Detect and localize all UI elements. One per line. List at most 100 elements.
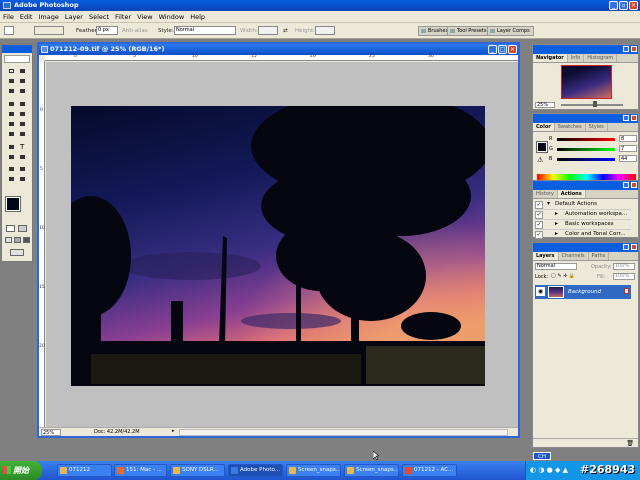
quick-mask-mode-icon[interactable] [18, 225, 27, 232]
expand-triangle-icon[interactable]: ▸ [555, 210, 558, 217]
foreground-color-swatch[interactable] [5, 196, 21, 212]
navigator-zoom-field[interactable]: 25% [535, 102, 555, 108]
actions-panel-titlebar[interactable] [533, 181, 638, 190]
taskbar-button[interactable]: Screen_snaps... [286, 464, 341, 477]
expand-triangle-icon[interactable]: ▸ [555, 220, 558, 227]
tab-color[interactable]: Color [533, 123, 555, 131]
sunset-tree-silhouette-photo[interactable] [71, 106, 485, 386]
blue-value-input[interactable]: 44 [619, 155, 637, 162]
pen-tool-icon[interactable] [7, 153, 16, 161]
panel-minimize-icon[interactable] [623, 115, 629, 121]
opacity-input[interactable]: 100% [613, 263, 635, 270]
gradient-tool-icon[interactable] [18, 120, 27, 128]
selection-mode-buttons[interactable] [34, 26, 64, 35]
panel-close-icon[interactable] [631, 182, 637, 188]
notes-tool-icon[interactable] [7, 165, 16, 173]
close-button[interactable]: × [629, 1, 638, 10]
blur-tool-icon[interactable] [7, 130, 16, 138]
menu-window[interactable]: Window [156, 13, 188, 21]
horizontal-scrollbar[interactable] [179, 429, 508, 436]
color-panel-foreground-swatch[interactable] [536, 141, 548, 153]
shape-tool-icon[interactable] [18, 153, 27, 161]
blue-slider[interactable] [557, 158, 615, 161]
taskbar-button[interactable]: 071212 [57, 464, 112, 477]
tab-info[interactable]: Info [568, 54, 585, 62]
screen-mode-full-icon[interactable] [23, 237, 30, 243]
adobe-online-icon[interactable] [4, 55, 30, 63]
green-value-input[interactable]: 7 [619, 145, 637, 152]
menu-layer[interactable]: Layer [62, 13, 86, 21]
menu-image[interactable]: Image [35, 13, 61, 21]
vertical-ruler[interactable]: 0 5 10 15 20 [39, 61, 45, 429]
eraser-tool-icon[interactable] [7, 120, 16, 128]
history-brush-tool-icon[interactable] [18, 110, 27, 118]
doc-maximize-button[interactable]: □ [498, 45, 507, 54]
height-input[interactable] [315, 26, 335, 35]
menu-view[interactable]: View [134, 13, 155, 21]
action-set-default-actions[interactable]: ✓ ▾ Default Actions [535, 200, 631, 210]
menu-file[interactable]: File [0, 13, 17, 21]
expand-triangle-icon[interactable]: ▸ [555, 230, 558, 237]
screen-mode-menubar-icon[interactable] [14, 237, 21, 243]
app-title-bar[interactable]: Adobe Photoshop _ ▫ × [0, 0, 640, 11]
palette-well-layer-comps[interactable]: Layer Comps [487, 26, 534, 36]
menu-filter[interactable]: Filter [112, 13, 134, 21]
expand-triangle-icon[interactable]: ▾ [547, 200, 550, 207]
start-button[interactable]: 開始 [0, 461, 42, 480]
tab-history[interactable]: History [533, 190, 558, 198]
red-slider[interactable] [557, 138, 615, 141]
gamut-warning-icon[interactable]: ⚠ [537, 156, 543, 164]
navigator-zoom-slider-handle[interactable] [593, 101, 597, 107]
status-menu-arrow-icon[interactable]: ▸ [172, 428, 175, 434]
action-toggle-checkbox[interactable]: ✓ [535, 221, 543, 229]
tab-styles[interactable]: Styles [586, 123, 608, 131]
clone-stamp-tool-icon[interactable] [7, 110, 16, 118]
navigator-panel-titlebar[interactable] [533, 45, 638, 54]
tools-palette-titlebar[interactable] [2, 45, 32, 53]
brush-tool-icon[interactable] [18, 100, 27, 108]
swap-dimensions-icon[interactable]: ⇄ [283, 28, 288, 34]
tab-swatches[interactable]: Swatches [555, 123, 586, 131]
antialias-checkbox[interactable]: Anti-alias [122, 28, 148, 34]
document-title-bar[interactable]: 071212-09.tif @ 25% (RGB/16*) _ □ × [39, 44, 518, 55]
fill-input[interactable]: 100% [613, 273, 635, 280]
panel-minimize-icon[interactable] [623, 46, 629, 52]
doc-close-button[interactable]: × [508, 45, 517, 54]
minimize-button[interactable]: _ [609, 1, 618, 10]
navigator-zoom-slider[interactable] [561, 104, 623, 106]
type-tool-icon[interactable]: T [18, 143, 27, 151]
action-toggle-checkbox[interactable]: ✓ [535, 211, 543, 219]
menu-edit[interactable]: Edit [17, 13, 36, 21]
menu-select[interactable]: Select [86, 13, 112, 21]
dodge-tool-icon[interactable] [18, 130, 27, 138]
taskbar-button[interactable]: 151: Mac - ... [114, 464, 167, 477]
move-tool-icon[interactable] [18, 67, 27, 75]
doc-minimize-button[interactable]: _ [488, 45, 497, 54]
tab-paths[interactable]: Paths [589, 252, 610, 260]
style-select[interactable]: Normal [174, 26, 236, 35]
crop-tool-icon[interactable] [7, 87, 16, 95]
panel-minimize-icon[interactable] [623, 244, 629, 250]
layer-visibility-eye-icon[interactable]: ◉ [536, 287, 545, 296]
restore-button[interactable]: ▫ [619, 1, 628, 10]
marquee-tool-icon[interactable] [7, 67, 16, 75]
tab-navigator[interactable]: Navigator [533, 54, 568, 62]
taskbar-button[interactable]: Screen_snaps... [344, 464, 399, 477]
width-input[interactable] [258, 26, 278, 35]
action-item[interactable]: ✓ ▸ Automation workspa... [535, 210, 631, 220]
standard-mode-icon[interactable] [6, 225, 15, 232]
tab-actions[interactable]: Actions [557, 190, 586, 198]
panel-minimize-icon[interactable] [623, 182, 629, 188]
magic-wand-tool-icon[interactable] [18, 77, 27, 85]
layers-panel-titlebar[interactable] [533, 243, 638, 252]
zoom-tool-icon[interactable] [18, 175, 27, 183]
navigator-thumbnail[interactable] [561, 65, 612, 99]
palette-well-tool-presets[interactable]: Tool Presets [447, 26, 491, 36]
taskbar-button[interactable]: 071212 - AC... [402, 464, 457, 477]
red-value-input[interactable]: 8 [619, 135, 637, 142]
lock-buttons-icon[interactable]: ▢ ✎ ✛ 🔒 [551, 273, 575, 279]
feather-input[interactable]: 0 px [96, 26, 118, 35]
zoom-level-field[interactable]: 25% [41, 429, 61, 436]
healing-brush-tool-icon[interactable] [7, 100, 16, 108]
eyedropper-tool-icon[interactable] [18, 165, 27, 173]
